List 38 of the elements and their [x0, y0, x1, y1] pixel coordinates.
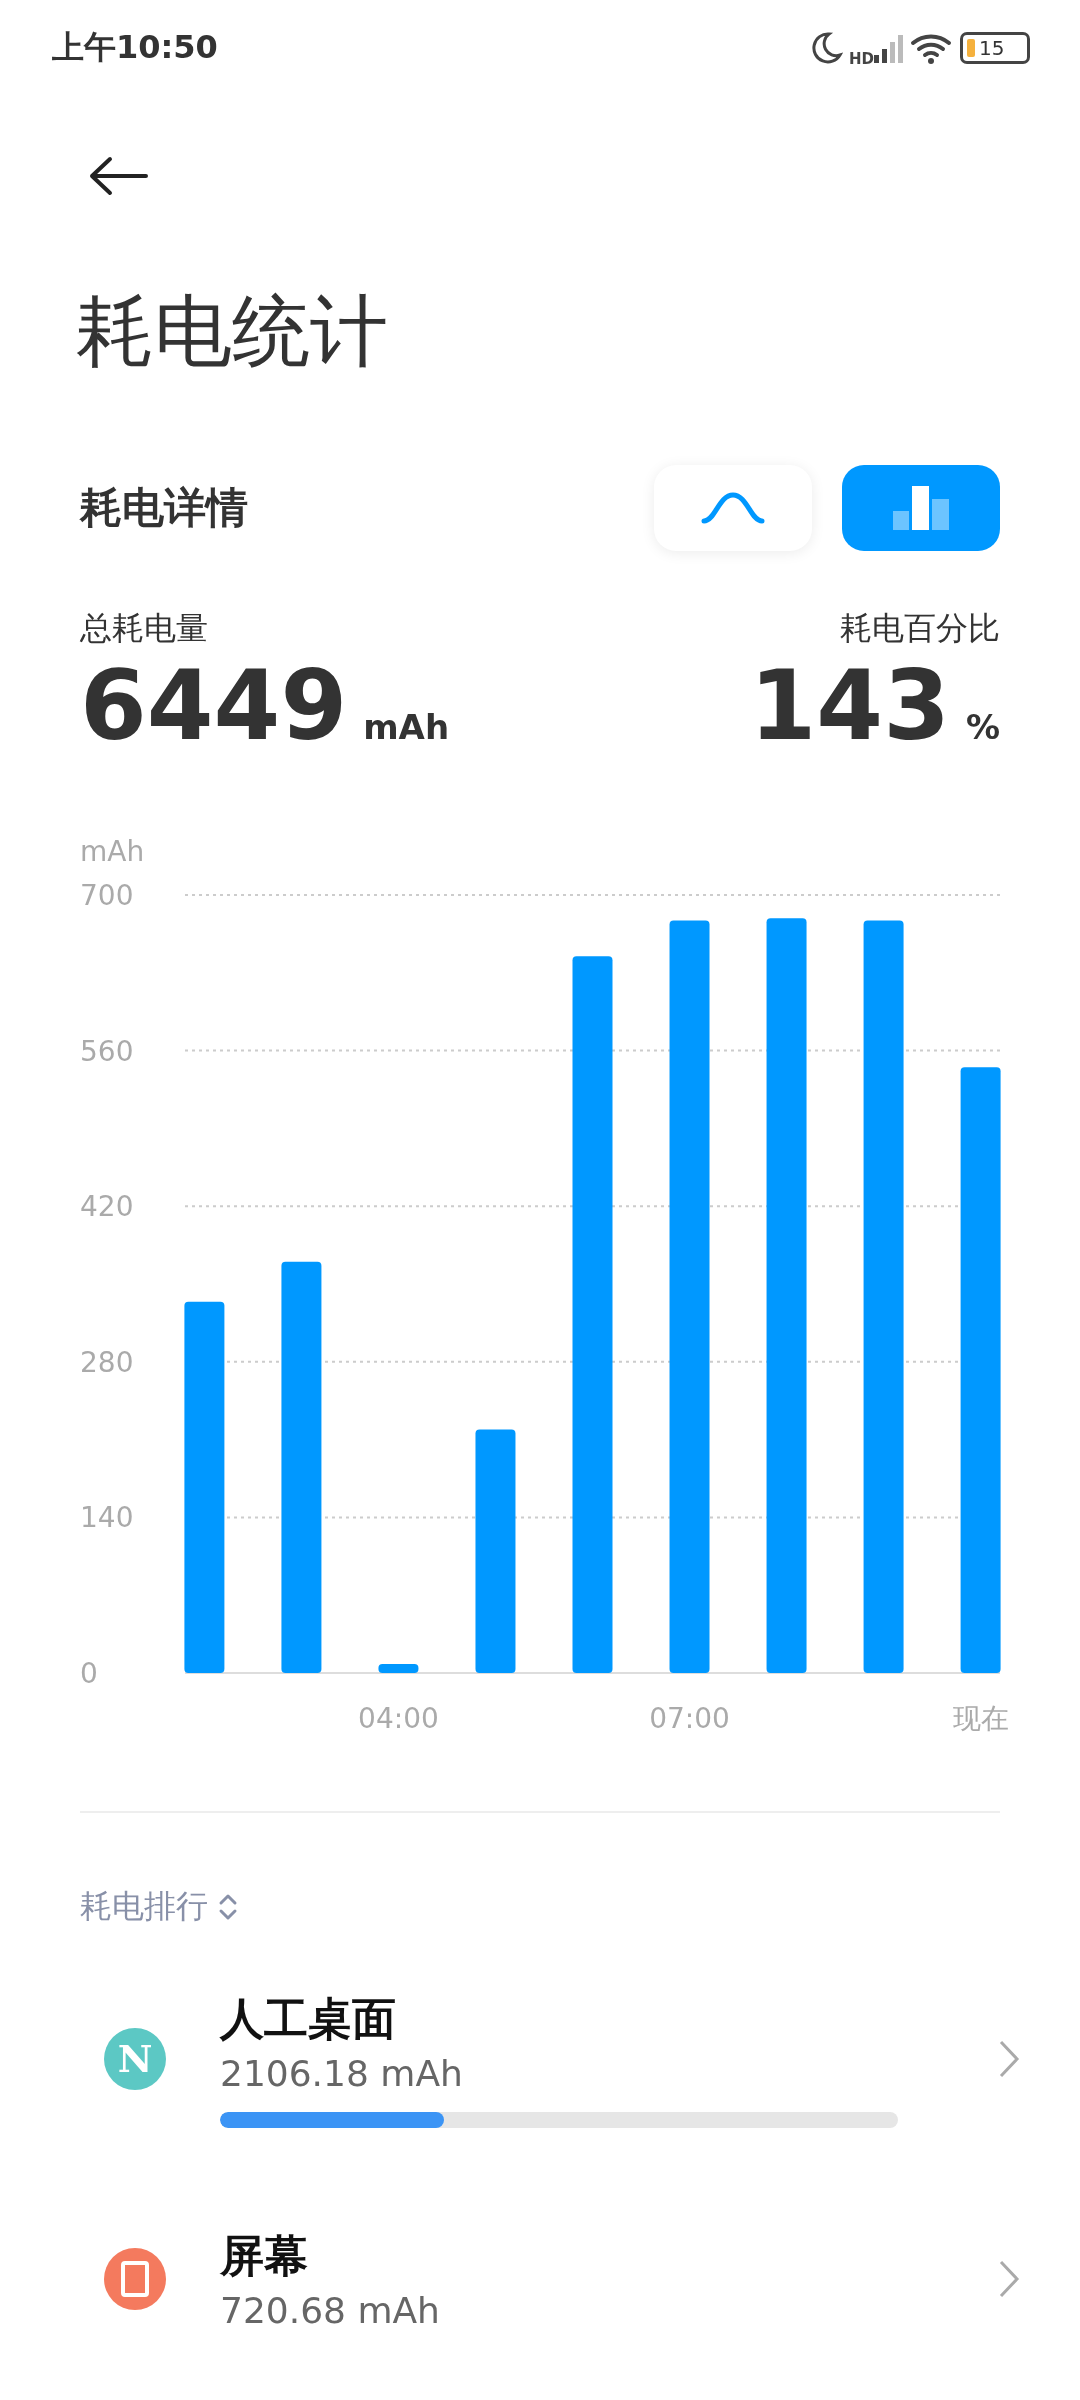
chevron-right-icon	[998, 2259, 1020, 2299]
total-value: 6449	[80, 650, 348, 761]
y-tick-label: 280	[80, 1345, 134, 1379]
status-time: 上午10:50	[52, 27, 218, 68]
app-usage-item[interactable]: N 人工桌面 2106.18 mAh	[0, 1969, 1080, 2149]
moon-icon	[809, 31, 843, 65]
usage-bar	[378, 1664, 419, 1673]
page-title: 耗电统计	[76, 285, 389, 378]
x-tick-label: 现在	[952, 1702, 1009, 1735]
app-usage-item[interactable]: 屏幕 720.68 mAh	[0, 2189, 1080, 2369]
percent-value: 143	[749, 650, 950, 761]
y-tick-label: 0	[80, 1657, 98, 1690]
app-icon: N	[104, 2028, 166, 2090]
bar-chart-icon	[893, 485, 949, 530]
battery-icon: 15	[960, 32, 1030, 64]
y-axis-label: mAh	[80, 835, 145, 868]
y-tick-label: 140	[80, 1501, 134, 1535]
usage-value: 2106.18 mAh	[220, 2053, 464, 2094]
x-tick-label: 07:00	[649, 1702, 730, 1735]
app-name: 人工桌面	[220, 1992, 397, 2046]
y-tick-label: 420	[80, 1190, 134, 1224]
total-label: 总耗电量	[80, 607, 209, 649]
app-name: 屏幕	[220, 2229, 309, 2283]
y-tick-label: 560	[80, 1034, 134, 1068]
usage-value: 720.68 mAh	[220, 2290, 441, 2331]
x-tick-label: 04:00	[358, 1702, 439, 1735]
total-unit: mAh	[363, 706, 450, 747]
wifi-icon	[910, 31, 954, 65]
signal-icon	[874, 33, 904, 63]
section-title: 耗电详情	[80, 481, 248, 534]
percent-label: 耗电百分比	[840, 607, 1000, 649]
curve-chart-toggle[interactable]	[654, 464, 812, 551]
network-label: HD	[849, 50, 874, 68]
percent-unit: %	[965, 706, 1000, 747]
bar-chart-toggle[interactable]	[842, 464, 1000, 551]
up-down-chevron-icon	[218, 1893, 238, 1921]
chevron-right-icon	[998, 2039, 1020, 2079]
y-tick-label: 700	[80, 879, 134, 912]
